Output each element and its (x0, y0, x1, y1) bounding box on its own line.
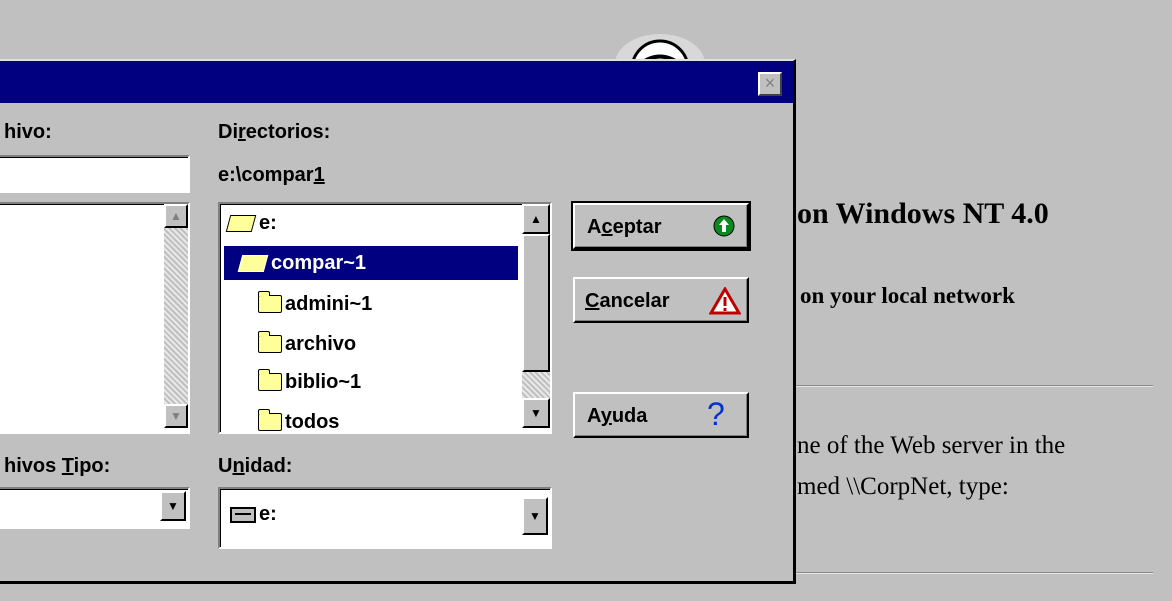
directory-tree-list[interactable]: e: compar~1 admini~1 archivo biblio~1 to… (218, 202, 552, 434)
scroll-down-arrow-icon: ▼ (530, 406, 542, 420)
file-type-select[interactable]: ▼ (0, 487, 190, 529)
drive-dropdown-button[interactable]: ▼ (522, 497, 548, 535)
directory-scroll-down-button[interactable]: ▼ (522, 398, 550, 428)
directory-item[interactable]: admini~1 (258, 289, 372, 319)
directory-scrollbar[interactable]: ▲ ▼ (522, 204, 550, 428)
chevron-down-icon: ▼ (529, 509, 541, 523)
open-folder-icon (225, 214, 257, 232)
open-folder-icon (237, 254, 269, 272)
folder-icon (258, 369, 282, 391)
file-list[interactable]: ▲ ▼ (0, 202, 190, 434)
file-list-scroll-up-button[interactable]: ▲ (164, 204, 188, 228)
directory-item[interactable]: archivo (258, 329, 356, 359)
background-heading-1: on Windows NT 4.0 (797, 197, 1049, 230)
file-list-scroll-down-button[interactable]: ▼ (164, 404, 188, 428)
folder-icon (258, 331, 282, 353)
folder-icon (258, 409, 282, 431)
directories-label: Directorios: (218, 121, 331, 143)
open-file-dialog: × hivo: ▲ ▼ Directorios: e:\compar1 e: c… (0, 59, 796, 584)
scroll-up-arrow-icon: ▲ (530, 212, 542, 226)
current-path: e:\compar1 (218, 164, 325, 186)
accept-button[interactable]: Aceptar (571, 201, 751, 251)
file-list-scrollbar[interactable]: ▲ ▼ (164, 204, 188, 428)
directory-scroll-up-button[interactable]: ▲ (522, 204, 550, 234)
directory-item[interactable]: todos (258, 407, 339, 432)
drive-selected-value: e: (230, 503, 277, 526)
question-mark-icon: ? (707, 396, 725, 432)
dialog-title-bar[interactable]: × (0, 61, 793, 103)
file-name-label: hivo: (4, 121, 52, 143)
divider (795, 572, 1153, 574)
drive-select[interactable]: e: ▼ (218, 487, 552, 549)
cancel-button-label: Cancelar (585, 290, 670, 312)
help-button[interactable]: Ayuda ? (573, 392, 749, 438)
scroll-down-arrow-icon: ▼ (170, 409, 182, 423)
drive-label: Unidad: (218, 455, 293, 477)
directory-item-selected[interactable]: compar~1 (224, 246, 518, 280)
file-type-dropdown-button[interactable]: ▼ (160, 491, 186, 521)
file-name-input[interactable] (0, 155, 190, 193)
scroll-up-arrow-icon: ▲ (170, 209, 182, 223)
divider (795, 385, 1153, 387)
drive-icon (230, 506, 256, 523)
help-button-label: Ayuda (587, 405, 648, 427)
directory-scroll-thumb[interactable] (522, 234, 550, 372)
folder-icon (258, 291, 282, 313)
directory-item-root[interactable]: e: (225, 209, 277, 237)
close-button[interactable]: × (758, 72, 782, 96)
warning-icon (709, 287, 741, 315)
file-type-label: hivos Tipo: (4, 455, 111, 477)
cancel-button[interactable]: Cancelar (573, 277, 749, 323)
close-icon: × (764, 73, 776, 93)
green-arrow-up-icon (713, 215, 735, 237)
chevron-down-icon: ▼ (167, 499, 179, 513)
accept-button-label: Aceptar (587, 216, 662, 238)
background-text-line-2: med \\CorpNet, type: (797, 473, 1009, 500)
background-text-line-1: ne of the Web server in the (797, 432, 1066, 459)
directory-item[interactable]: biblio~1 (258, 367, 361, 397)
background-heading-2: on your local network (800, 283, 1015, 308)
